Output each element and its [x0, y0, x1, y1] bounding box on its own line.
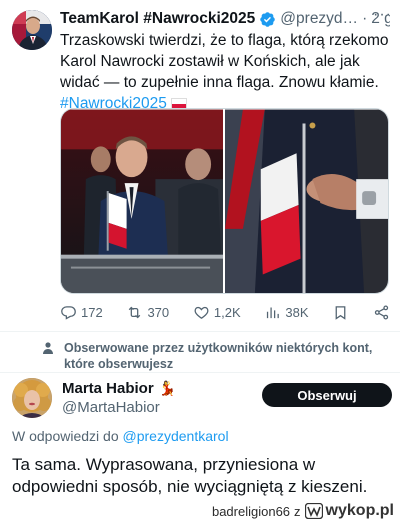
heart-icon — [194, 306, 209, 319]
in-reply-prefix: W odpowiedzi do — [12, 428, 119, 444]
reply-text: Ta sama. Wyprasowana, przyniesiona w odp… — [12, 455, 368, 496]
reply-tweet[interactable]: Marta Habior 💃 @MartaHabior Obserwuj W o… — [0, 374, 400, 523]
reply-author-label: Marta Habior — [62, 380, 154, 397]
repost-count: 370 — [147, 304, 170, 320]
view-count: 38K — [285, 304, 309, 320]
views-button[interactable]: 38K — [264, 304, 309, 321]
watermark-by: z — [294, 503, 301, 519]
like-button[interactable]: 1,2K — [193, 304, 241, 321]
tweet-media[interactable] — [60, 108, 389, 294]
more-options-icon[interactable]: ··· — [373, 6, 392, 24]
share-icon — [374, 304, 389, 320]
bookmark-icon — [335, 305, 346, 320]
divider — [0, 331, 400, 332]
media-photo-left[interactable] — [61, 109, 223, 294]
social-context: Obserwowane przez użytkowników niektóryc… — [40, 340, 396, 372]
repost-icon — [129, 306, 141, 318]
dancer-emoji-icon: 💃 — [158, 380, 177, 396]
reply-author-handle[interactable]: @MartaHabior — [62, 399, 160, 416]
like-count: 1,2K — [213, 304, 241, 320]
author-handle[interactable]: @prezyd… — [280, 10, 358, 28]
tweet-body: Trzaskowski twierdzi, że to flaga, którą… — [60, 32, 389, 91]
tweet-actions: 172 370 1,2K 38K — [60, 302, 390, 322]
watermark-user: badreligion66 — [211, 503, 291, 519]
reply-button[interactable]: 172 — [60, 304, 103, 321]
wykop-logo: wykop.pl — [304, 502, 394, 520]
author-name[interactable]: TeamKarol #Nawrocki2025 — [60, 10, 255, 28]
analytics-icon — [267, 307, 280, 318]
tweet[interactable]: TeamKarol #Nawrocki2025 @prezyd… · 2 g. … — [0, 0, 400, 330]
tweet-text: Trzaskowski twierdzi, że to flaga, którą… — [60, 30, 390, 114]
in-reply-to: W odpowiedzi do @prezydentkarol — [12, 428, 229, 444]
reply-icon — [61, 305, 76, 320]
separator-dot: · — [362, 10, 368, 27]
author-avatar[interactable] — [12, 10, 52, 50]
divider — [0, 372, 400, 373]
follow-button[interactable]: Obserwuj — [262, 383, 392, 407]
in-reply-handle-link[interactable]: @prezydentkarol — [123, 428, 229, 444]
verified-badge-icon — [259, 11, 276, 28]
watermark-site: wykop.pl — [325, 502, 394, 519]
repost-button[interactable]: 370 — [126, 304, 169, 321]
share-button[interactable] — [373, 304, 390, 321]
reply-count: 172 — [81, 304, 103, 320]
media-photo-right[interactable] — [225, 109, 388, 294]
reply-author-avatar[interactable] — [12, 378, 52, 418]
watermark: badreligion66 z wykop.pl — [212, 502, 394, 520]
person-icon — [43, 342, 53, 354]
social-context-text: Obserwowane przez użytkowników niektóryc… — [64, 341, 373, 371]
bookmark-button[interactable] — [332, 304, 349, 321]
reply-author-name[interactable]: Marta Habior 💃 — [62, 380, 176, 397]
tweet-header: TeamKarol #Nawrocki2025 @prezyd… · 2 g. — [60, 8, 390, 30]
wykop-logo-icon — [304, 503, 323, 519]
